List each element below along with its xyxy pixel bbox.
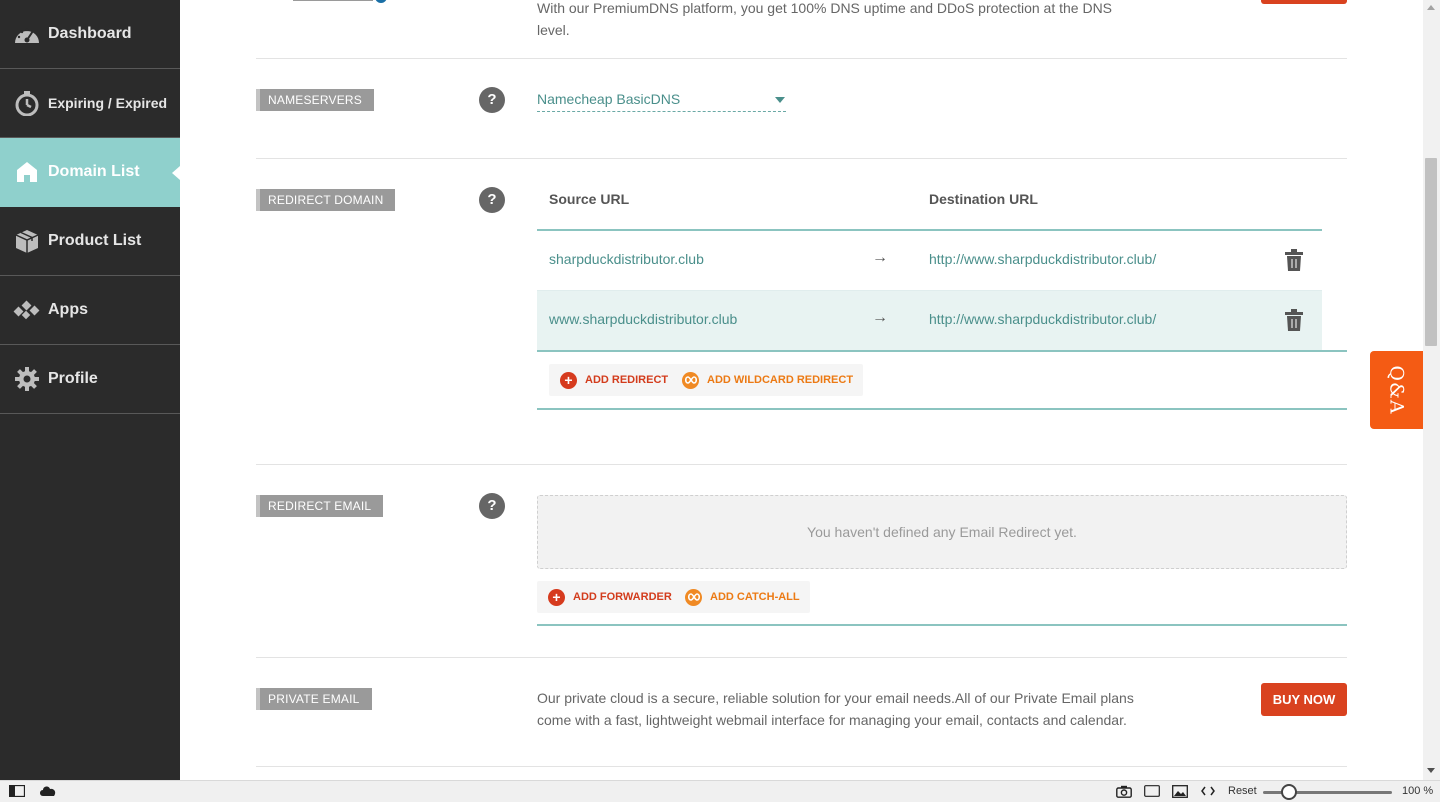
infinity-icon [685, 588, 702, 606]
destination-url: http://www.sharpduckdistributor.club/ [929, 251, 1157, 267]
add-redirect-label: ADD REDIRECT [585, 374, 669, 386]
sidebar: Dashboard Expiring / Expired Domain List… [0, 0, 180, 780]
infinity-icon [682, 371, 699, 389]
source-url: www.sharpduckdistributor.club [549, 311, 738, 327]
nameservers-tag: NAMESERVERS [256, 89, 375, 111]
zoom-level: 100 % [1402, 785, 1434, 797]
gear-icon [13, 365, 41, 393]
home-icon [13, 158, 41, 186]
arrow-right-icon: → [872, 249, 888, 266]
vertical-scrollbar[interactable] [1423, 0, 1440, 780]
divider [256, 158, 1347, 159]
add-wildcard-label: ADD WILDCARD REDIRECT [707, 374, 854, 386]
add-forwarder-label: ADD FORWARDER [573, 591, 672, 603]
redirect-email-tag: REDIRECT EMAIL [256, 495, 384, 517]
section-footer-line [537, 408, 1347, 410]
trash-icon[interactable] [1284, 249, 1304, 271]
zoom-reset-button[interactable]: Reset [1228, 785, 1257, 797]
window-icon[interactable] [1144, 785, 1160, 800]
stopwatch-icon [13, 89, 41, 117]
scrollbar-thumb[interactable] [1425, 158, 1437, 346]
buy-now-button[interactable]: BUY NOW [1261, 683, 1347, 716]
sidebar-item-product-list[interactable]: Product List [0, 207, 180, 276]
image-icon[interactable] [1172, 785, 1188, 801]
speedometer-icon [13, 20, 41, 48]
table-row[interactable]: sharpduckdistributor.club → http://www.s… [537, 231, 1322, 291]
divider [256, 464, 1347, 465]
sidebar-item-label: Profile [48, 370, 98, 387]
column-header-source: Source URL [549, 191, 630, 207]
destination-url: http://www.sharpduckdistributor.club/ [929, 311, 1157, 327]
chevron-down-icon [775, 97, 785, 103]
divider [256, 766, 1347, 767]
sidebar-item-apps[interactable]: Apps [0, 276, 180, 345]
add-redirect-button[interactable]: + ADD REDIRECT [549, 364, 679, 396]
column-header-destination: Destination URL [929, 191, 1038, 207]
apps-diamond-icon [13, 296, 41, 324]
sidebar-item-label: Apps [48, 301, 88, 318]
redirect-domain-help-icon[interactable]: ? [479, 187, 505, 213]
table-divider [537, 350, 1347, 352]
nameservers-select[interactable]: Namecheap BasicDNS [537, 87, 786, 112]
add-catch-all-label: ADD CATCH-ALL [710, 591, 800, 603]
box-icon [13, 227, 41, 255]
scroll-down-arrow-icon[interactable] [1427, 768, 1435, 773]
plus-circle-icon: + [548, 588, 565, 606]
premiumdns-logo [293, 0, 388, 4]
email-redirect-empty-state: You haven't defined any Email Redirect y… [537, 495, 1347, 569]
qa-tab-label: Q&A [1385, 365, 1408, 415]
nameservers-help-icon[interactable]: ? [479, 87, 505, 113]
add-forwarder-button[interactable]: + ADD FORWARDER [537, 581, 682, 613]
private-email-description: Our private cloud is a secure, reliable … [537, 690, 1134, 728]
sidebar-item-dashboard[interactable]: Dashboard [0, 0, 180, 69]
premiumdns-buy-button[interactable] [1261, 0, 1347, 4]
sidebar-item-expiring[interactable]: Expiring / Expired [0, 69, 180, 138]
sidebar-item-domain-list[interactable]: Domain List [0, 138, 180, 207]
camera-icon[interactable] [1116, 785, 1132, 801]
source-url: sharpduckdistributor.club [549, 251, 704, 267]
arrow-right-icon: → [872, 309, 888, 326]
sidebar-item-profile[interactable]: Profile [0, 345, 180, 414]
sidebar-item-label: Product List [48, 232, 142, 249]
domain-details-panel: With our PremiumDNS platform, you get 10… [180, 0, 1423, 780]
scroll-up-arrow-icon[interactable] [1427, 5, 1435, 10]
premiumdns-description: With our PremiumDNS platform, you get 10… [537, 0, 1113, 38]
sidebar-item-label: Expiring / Expired [48, 95, 168, 111]
redirect-email-help-icon[interactable]: ? [479, 493, 505, 519]
status-bar: Reset 100 % [0, 780, 1440, 802]
divider [256, 58, 1347, 59]
add-wildcard-redirect-button[interactable]: ADD WILDCARD REDIRECT [671, 364, 864, 396]
table-row[interactable]: www.sharpduckdistributor.club → http://w… [537, 291, 1322, 351]
nameservers-selected-value: Namecheap BasicDNS [537, 91, 681, 107]
qa-tab[interactable]: Q&A [1370, 351, 1423, 429]
plus-circle-icon: + [560, 371, 577, 389]
sidebar-item-label: Dashboard [48, 25, 132, 42]
code-icon[interactable] [1201, 785, 1215, 800]
zoom-slider-handle[interactable] [1281, 784, 1297, 800]
cloud-icon[interactable] [39, 785, 57, 800]
add-catch-all-button[interactable]: ADD CATCH-ALL [674, 581, 810, 613]
divider [256, 657, 1347, 658]
section-footer-line [537, 624, 1347, 626]
private-email-tag: PRIVATE EMAIL [256, 688, 372, 710]
sidebar-toggle-icon[interactable] [8, 784, 26, 800]
sidebar-item-label: Domain List [48, 163, 140, 180]
redirect-domain-tag: REDIRECT DOMAIN [256, 189, 396, 211]
trash-icon[interactable] [1284, 309, 1304, 331]
